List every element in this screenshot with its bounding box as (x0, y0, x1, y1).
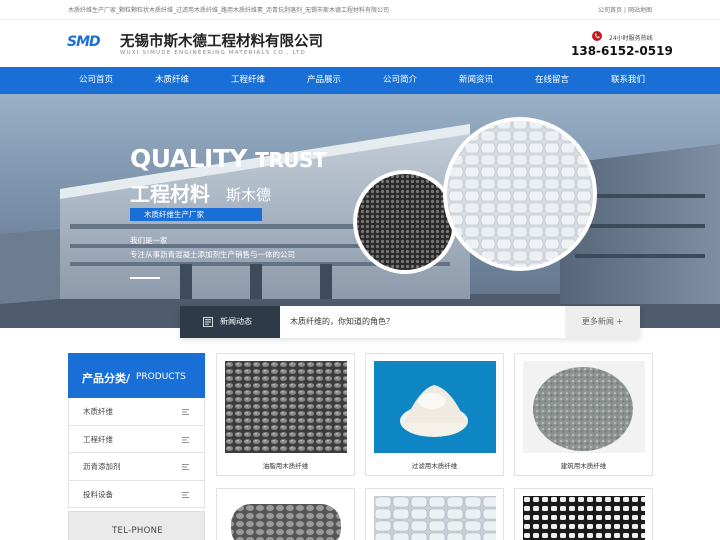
news-icon (203, 317, 213, 327)
factory-illustration (0, 117, 720, 328)
nav-message[interactable]: 在线留言 (514, 67, 590, 94)
category-item-label: 木质纤维 (83, 407, 113, 416)
news-label-text: 新闻动态 (220, 317, 252, 326)
tel-title: TEL-PHONE (112, 526, 163, 536)
link-separator: | (624, 7, 627, 14)
menu-lines-icon (182, 436, 189, 443)
product-caption: 油脂用木质纤维 (262, 462, 309, 470)
product-card-oil-fiber[interactable]: 油脂用木质纤维 (216, 353, 355, 476)
home-link[interactable]: 公司首页 (598, 7, 622, 14)
nav-wood-fiber[interactable]: 木质纤维 (134, 67, 210, 94)
hero-banner: QUALITY TRUST 工程材料 斯木德 木质纤维生产厂家 我们是一家 专注… (0, 94, 720, 328)
product-category-sidebar: 产品分类/ PRODUCTS 木质纤维 工程纤维 沥青添加剂 投料设备 TEL-… (68, 353, 205, 540)
nav-products[interactable]: 产品展示 (286, 67, 362, 94)
nav-home[interactable]: 公司首页 (58, 67, 134, 94)
news-label: 新闻动态 (180, 306, 280, 338)
category-item-asphalt-additive[interactable]: 沥青添加剂 (69, 453, 204, 481)
phone-icon (592, 31, 602, 41)
news-bar: 新闻动态 木质纤维的，你知道的角色？ 更多新闻 + (180, 306, 640, 338)
product-card-row2-3[interactable] (514, 488, 653, 540)
category-title-en: PRODUCTS (136, 372, 186, 382)
menu-lines-icon (182, 464, 189, 470)
product-card-filter-fiber[interactable]: 过滤用木质纤维 (365, 353, 504, 476)
hotline-number: 138-6152-0519 (571, 44, 673, 58)
menu-lines-icon (182, 491, 189, 498)
banner-cn-subtitle: 斯木德 (226, 186, 272, 204)
banner-trust-word: TRUST (255, 148, 327, 172)
more-news-button[interactable]: 更多新闻 + (565, 306, 640, 338)
top-links: 公司首页 | 网站地图 (598, 5, 652, 14)
category-item-wood-fiber[interactable]: 木质纤维 (69, 398, 204, 426)
product-caption: 建筑用木质纤维 (560, 462, 607, 470)
site-description: 木质纤维生产厂家_颗粒颗粒状木质纤维_过滤用木质纤维_路用木质纤维素_沥青抗剥落… (68, 7, 390, 14)
product-image-grey-pellets (225, 496, 347, 540)
logo[interactable]: SMD (67, 34, 101, 54)
category-list: 木质纤维 工程纤维 沥青添加剂 投料设备 (68, 398, 205, 508)
product-caption: 过滤用木质纤维 (411, 462, 458, 470)
category-item-label: 投料设备 (83, 489, 113, 499)
banner-quality-word: QUALITY (130, 144, 248, 173)
banner-divider (130, 277, 160, 279)
banner-quality: QUALITY TRUST (130, 144, 327, 173)
product-card-row2-1[interactable] (216, 488, 355, 540)
product-image-dark-pellets (225, 361, 347, 453)
header: SMD 无锡市斯木德工程材料有限公司 WUXI SIMUDE ENGINEERI… (0, 20, 720, 67)
nav-engineering-fiber[interactable]: 工程纤维 (210, 67, 286, 94)
product-card-row2-2[interactable] (365, 488, 504, 540)
news-headline[interactable]: 木质纤维的，你知道的角色？ (290, 306, 394, 338)
banner-cn-title: 工程材料 (130, 182, 210, 206)
product-image-white-powder (374, 361, 496, 453)
top-bar: 木质纤维生产厂家_颗粒颗粒状木质纤维_过滤用木质纤维_路用木质纤维素_沥青抗剥落… (0, 0, 720, 20)
nav-about[interactable]: 公司简介 (362, 67, 438, 94)
banner-intro-line2: 专注从事沥青混凝土添加剂生产销售与一体的公司 (130, 250, 295, 259)
hotline-label: 24小时服务热线 (609, 35, 653, 42)
company-name-english: WUXI SIMUDE ENGINEERING MATERIALS CO., L… (120, 50, 306, 56)
product-image-bags (374, 496, 496, 540)
nav-news[interactable]: 新闻资讯 (438, 67, 514, 94)
category-item-label: 沥青添加剂 (83, 462, 121, 471)
category-title: 产品分类/ (82, 372, 131, 385)
banner-intro-line1: 我们是一家 (130, 236, 168, 245)
main-nav: 公司首页 木质纤维 工程纤维 产品展示 公司简介 新闻资讯 在线留言 联系我们 (0, 67, 720, 94)
company-name: 无锡市斯木德工程材料有限公司 (120, 34, 323, 50)
category-header: 产品分类/ PRODUCTS (68, 353, 205, 398)
tel-box: TEL-PHONE (68, 511, 205, 540)
product-image-white-flakes (523, 496, 645, 540)
menu-lines-icon (182, 409, 189, 415)
product-image-grey-fiber (523, 361, 645, 453)
nav-contact[interactable]: 联系我们 (590, 67, 666, 94)
category-item-label: 工程纤维 (83, 434, 113, 444)
category-item-feeding-equipment[interactable]: 投料设备 (69, 481, 204, 508)
banner-tag: 木质纤维生产厂家 (130, 208, 262, 221)
category-item-engineering-fiber[interactable]: 工程纤维 (69, 426, 204, 453)
sitemap-link[interactable]: 网站地图 (628, 7, 652, 14)
product-card-building-fiber[interactable]: 建筑用木质纤维 (514, 353, 653, 476)
